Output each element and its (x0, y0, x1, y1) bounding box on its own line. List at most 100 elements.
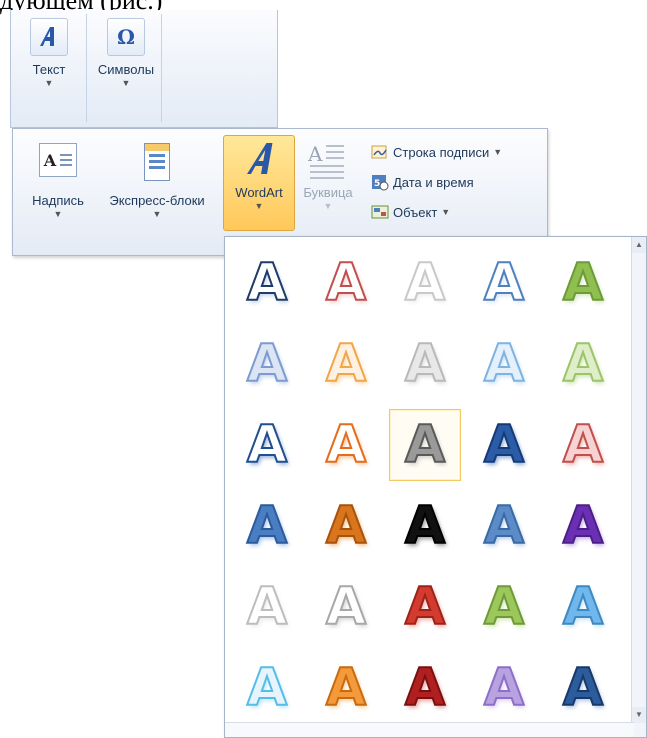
wordart-style-glyph: A (246, 415, 288, 475)
date-time-button[interactable]: 5 Дата и время (371, 173, 474, 191)
chevron-down-icon: ▼ (441, 207, 451, 217)
wordart-icon (241, 139, 277, 179)
quickparts-button[interactable]: Экспресс-блоки ▼ (99, 143, 215, 220)
wordart-style-glyph: A (325, 334, 367, 394)
wordart-style-glyph: A (483, 658, 525, 718)
wordart-style-glyph: A (483, 253, 525, 313)
object-icon (371, 203, 389, 221)
wordart-style-option[interactable]: A (547, 490, 619, 562)
symbols-label: Символы (97, 62, 155, 77)
wordart-style-glyph: A (404, 334, 446, 394)
wordart-style-option[interactable]: A (389, 328, 461, 400)
divider (86, 14, 87, 122)
wordart-style-glyph: A (325, 577, 367, 637)
wordart-style-option[interactable]: A (310, 490, 382, 562)
wordart-label: WordArt (235, 185, 283, 200)
wordart-style-option[interactable]: A (231, 409, 303, 481)
wordart-style-glyph: A (562, 496, 604, 556)
wordart-style-option[interactable]: A (468, 328, 540, 400)
wordart-style-glyph: A (325, 496, 367, 556)
wordart-style-option[interactable]: A (468, 409, 540, 481)
wordart-style-glyph: A (483, 496, 525, 556)
wordart-style-option[interactable]: A (389, 490, 461, 562)
wordart-style-option[interactable]: A (468, 652, 540, 724)
wordart-style-glyph: A (404, 415, 446, 475)
quickparts-label: Экспресс-блоки (109, 193, 205, 208)
wordart-style-glyph: A (404, 577, 446, 637)
gallery-footer (225, 722, 634, 737)
wordart-style-glyph: A (483, 415, 525, 475)
wordart-style-glyph: A (562, 415, 604, 475)
wordart-style-option[interactable]: A (310, 409, 382, 481)
chevron-down-icon: ▼ (323, 201, 333, 211)
object-label: Объект (393, 204, 438, 220)
wordart-style-option[interactable]: A (389, 652, 461, 724)
wordart-style-option[interactable]: A (231, 490, 303, 562)
text-group-button[interactable]: Текст ▼ (17, 18, 81, 89)
wordart-style-glyph: A (404, 253, 446, 313)
wordart-style-option[interactable]: A (547, 652, 619, 724)
svg-text:5: 5 (374, 179, 380, 189)
object-button[interactable]: Объект ▼ (371, 203, 450, 221)
date-time-label: Дата и время (393, 174, 474, 190)
wordart-button-content[interactable]: WordArt ▼ (223, 139, 295, 212)
signature-line-label: Строка подписи (393, 144, 490, 160)
wordart-style-glyph: A (325, 658, 367, 718)
signature-line-button[interactable]: Строка подписи ▼ (371, 143, 502, 161)
wordart-style-option[interactable]: A (547, 247, 619, 319)
wordart-style-option[interactable]: A (468, 247, 540, 319)
chevron-down-icon: ▼ (152, 209, 162, 219)
divider (161, 14, 162, 122)
wordart-style-option[interactable]: A (231, 571, 303, 643)
wordart-style-glyph: A (483, 334, 525, 394)
chevron-down-icon: ▼ (254, 201, 264, 211)
svg-text:A: A (308, 142, 323, 166)
chevron-down-icon: ▼ (53, 209, 63, 219)
chevron-down-icon: ▼ (493, 147, 503, 157)
wordart-style-glyph: A (562, 253, 604, 313)
wordart-style-glyph: A (562, 334, 604, 394)
chevron-down-icon: ▼ (44, 78, 54, 88)
wordart-style-option[interactable]: A (310, 328, 382, 400)
wordart-style-option[interactable]: A (389, 571, 461, 643)
wordart-style-option[interactable]: A (310, 652, 382, 724)
wordart-style-option[interactable]: A (231, 328, 303, 400)
datetime-icon: 5 (371, 173, 389, 191)
gallery-scrollbar[interactable]: ▲ ▼ (631, 237, 646, 737)
dropcap-label: Буквица (303, 185, 353, 200)
wordart-style-glyph: A (246, 658, 288, 718)
wordart-style-option[interactable]: A (547, 328, 619, 400)
wordart-style-glyph: A (325, 415, 367, 475)
textbox-icon: A (39, 143, 77, 177)
wordart-style-option[interactable]: A (231, 247, 303, 319)
wordart-style-option[interactable]: A (231, 652, 303, 724)
omega-icon: Ω (107, 18, 145, 56)
wordart-style-option[interactable]: A (389, 409, 461, 481)
quickparts-icon (144, 143, 170, 181)
ribbon-group-top: Текст ▼ Ω Символы ▼ (10, 10, 278, 128)
text-group-label: Текст (32, 62, 66, 77)
wordart-style-option[interactable]: A (468, 571, 540, 643)
wordart-style-option[interactable]: A (547, 409, 619, 481)
wordart-style-glyph: A (404, 658, 446, 718)
wordart-style-option[interactable]: A (310, 571, 382, 643)
textbox-button[interactable]: A Надпись ▼ (17, 143, 99, 220)
scroll-down-icon[interactable]: ▼ (632, 707, 646, 723)
scroll-up-icon[interactable]: ▲ (632, 237, 646, 253)
symbols-button[interactable]: Ω Символы ▼ (93, 18, 159, 89)
wordart-style-glyph: A (325, 253, 367, 313)
dropcap-icon: A (308, 141, 348, 181)
wordart-style-glyph: A (483, 577, 525, 637)
wordart-style-option[interactable]: A (547, 571, 619, 643)
chevron-down-icon: ▼ (121, 78, 131, 88)
wordart-style-option[interactable]: A (310, 247, 382, 319)
wordart-style-glyph: A (246, 496, 288, 556)
wordart-gallery: AAAAAAAAAAAAAAAAAAAAAAAAAAAAAA ▲ ▼ (224, 236, 647, 738)
signature-icon (371, 143, 389, 161)
wordart-text-icon (30, 18, 68, 56)
wordart-style-option[interactable]: A (468, 490, 540, 562)
wordart-style-glyph: A (246, 577, 288, 637)
wordart-style-glyph: A (246, 334, 288, 394)
wordart-style-option[interactable]: A (389, 247, 461, 319)
dropcap-button[interactable]: A Буквица ▼ (297, 141, 359, 212)
